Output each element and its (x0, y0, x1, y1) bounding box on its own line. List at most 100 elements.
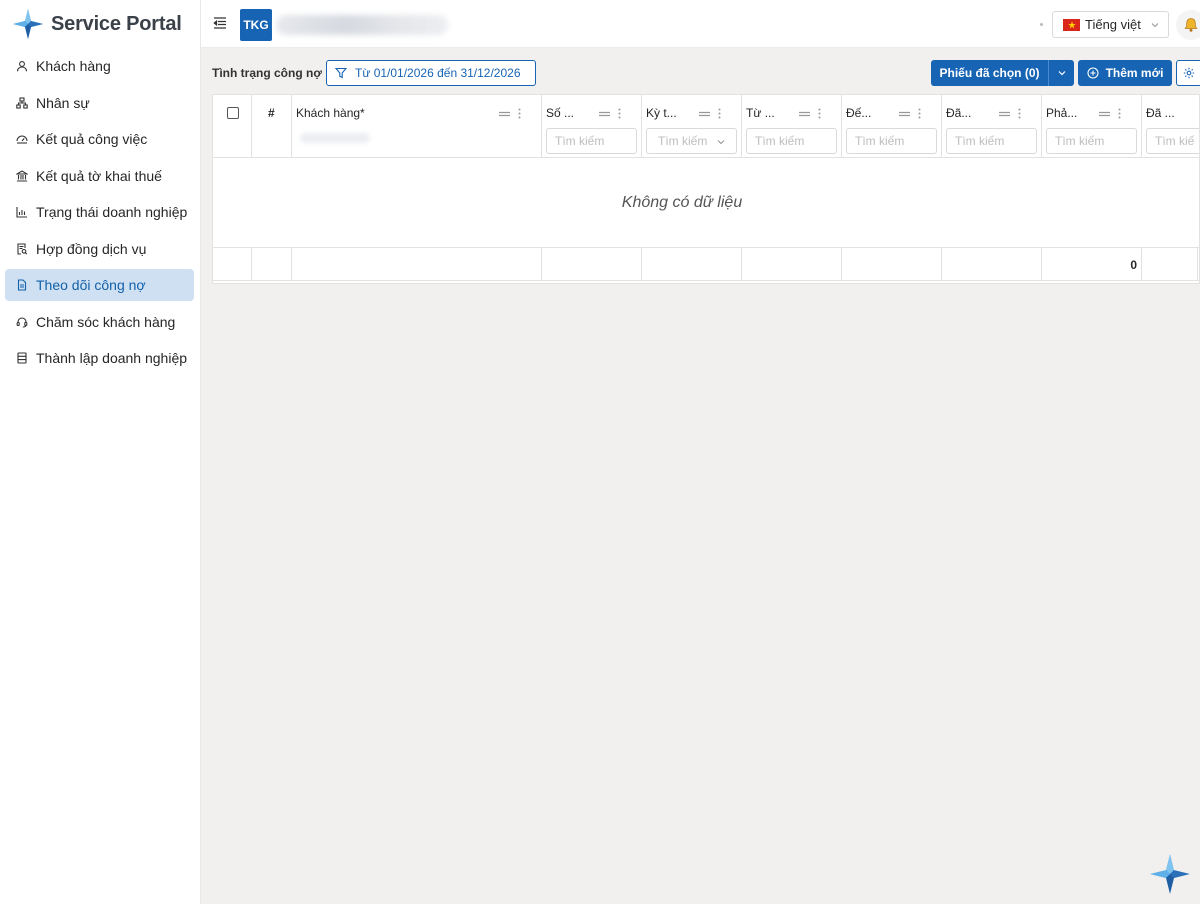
column-actions (699, 108, 721, 119)
column-title: Khách hàng* (296, 106, 365, 120)
sidebar-item-thanh-lap-doanh-nghiep[interactable]: Thành lập doanh nghiệp (5, 342, 194, 374)
sidebar-item-trang-thai-doanh-nghiep[interactable]: Trạng thái doanh nghiệp (5, 196, 194, 228)
sidebar-item-label: Theo dõi công nợ (36, 277, 146, 293)
drag-handle-icon[interactable] (699, 110, 710, 118)
debt-status-label: Tình trạng công nợ (212, 66, 322, 80)
gear-icon (1183, 67, 1195, 79)
drag-handle-icon[interactable] (799, 110, 810, 118)
sidebar-item-theo-doi-cong-no[interactable]: Theo dõi công nợ (5, 269, 194, 301)
column-actions (899, 108, 921, 119)
search-input[interactable]: Tìm kiếm (846, 128, 937, 154)
column-title: Đã... (946, 106, 972, 120)
more-vertical-icon[interactable] (718, 108, 721, 119)
search-input[interactable]: Tìm kiếm (946, 128, 1037, 154)
drag-handle-icon[interactable] (1099, 110, 1110, 118)
more-vertical-icon[interactable] (1018, 108, 1021, 119)
vietnam-flag-icon (1063, 18, 1080, 31)
drag-handle-icon[interactable] (599, 110, 610, 118)
org-chart-icon (16, 96, 28, 109)
select-all-checkbox[interactable] (227, 107, 239, 119)
sidebar-nav: Khách hàng Nhân sự Kết quả công việc Kết… (0, 48, 200, 374)
column-header-tu[interactable]: Từ ... Tìm kiếm (742, 95, 842, 158)
customer-filter-redacted (300, 133, 370, 143)
sidebar: Service Portal Khách hàng Nhân sự Kết qu… (0, 0, 201, 904)
column-header-so[interactable]: Số ... Tìm kiếm (542, 95, 642, 158)
search-input[interactable]: Tìm kiế (1146, 128, 1199, 154)
date-filter-button[interactable]: Từ 01/01/2026 đến 31/12/2026 (326, 60, 536, 86)
customer-service-icon (16, 316, 28, 328)
menu-fold-icon[interactable] (212, 15, 228, 31)
column-title: Đế... (846, 106, 872, 120)
sidebar-item-nhan-su[interactable]: Nhân sự (5, 87, 194, 119)
drag-handle-icon[interactable] (899, 110, 910, 118)
sidebar-item-label: Kết quả công việc (36, 131, 148, 147)
notification-button[interactable] (1176, 10, 1200, 40)
selected-vouchers-button[interactable]: Phiếu đã chọn (0) (931, 60, 1048, 86)
period-select-placeholder: Tìm kiếm (658, 134, 708, 148)
chevron-down-icon (717, 140, 725, 145)
drag-handle-icon[interactable] (999, 110, 1010, 118)
org-name-redacted (276, 15, 448, 35)
add-new-button[interactable]: Thêm mới (1078, 60, 1172, 86)
app-logo[interactable]: Service Portal (0, 0, 200, 48)
more-vertical-icon[interactable] (618, 108, 621, 119)
column-actions (599, 108, 621, 119)
more-vertical-icon[interactable] (818, 108, 821, 119)
bank-icon (16, 169, 28, 182)
app-title: Service Portal (51, 12, 182, 35)
footer-cell (542, 248, 642, 281)
floating-logo-icon[interactable] (1149, 853, 1191, 895)
sidebar-item-ket-qua-to-khai-thue[interactable]: Kết quả tờ khai thuế (5, 160, 194, 192)
chevron-down-icon (1151, 23, 1159, 28)
period-select[interactable]: Tìm kiếm (646, 128, 737, 154)
column-actions (1099, 108, 1121, 119)
sidebar-item-label: Trạng thái doanh nghiệp (36, 204, 188, 220)
selected-vouchers-dropdown[interactable] (1048, 60, 1074, 86)
footer-total-cell: 0 (1042, 248, 1142, 281)
footer-cell (1142, 248, 1198, 281)
more-vertical-icon[interactable] (518, 108, 521, 119)
sidebar-item-hop-dong-dich-vu[interactable]: Hợp đồng dịch vụ (5, 233, 194, 265)
service-portal-logo-icon (13, 9, 43, 39)
chevron-down-icon (1058, 71, 1065, 76)
language-select[interactable]: Tiếng việt (1052, 11, 1169, 38)
column-actions (799, 108, 821, 119)
sidebar-item-khach-hang[interactable]: Khách hàng (5, 50, 194, 82)
dashboard-icon (16, 133, 28, 145)
more-vertical-icon[interactable] (1118, 108, 1121, 119)
footer-cell (642, 248, 742, 281)
plus-circle-icon (1087, 67, 1099, 79)
sidebar-item-label: Kết quả tờ khai thuế (36, 167, 162, 184)
footer-total-value: 0 (1130, 258, 1137, 272)
drag-handle-icon[interactable] (499, 110, 510, 118)
column-header-da-1[interactable]: Đã... Tìm kiếm (942, 95, 1042, 158)
more-vertical-icon[interactable] (918, 108, 921, 119)
date-filter-label: Từ 01/01/2026 đến 31/12/2026 (355, 66, 521, 80)
column-header-den[interactable]: Đế... Tìm kiếm (842, 95, 942, 158)
sidebar-item-label: Thành lập doanh nghiệp (36, 350, 188, 366)
column-title: Số ... (546, 106, 575, 120)
sidebar-item-label: Chăm sóc khách hàng (36, 313, 176, 330)
sidebar-item-label: Nhân sự (36, 94, 90, 111)
org-avatar[interactable]: TKG (240, 9, 272, 41)
column-header-ky[interactable]: Kỳ t... Tìm kiếm (642, 95, 742, 158)
footer-cell (842, 248, 942, 281)
empty-state: Không có dữ liệu (213, 159, 1199, 248)
bar-chart-icon (16, 206, 28, 218)
column-header-khach-hang[interactable]: Khách hàng* (292, 95, 542, 158)
sidebar-item-label: Khách hàng (36, 58, 111, 74)
column-header-phai[interactable]: Phả... Tìm kiếm (1042, 95, 1142, 158)
footer-cell (742, 248, 842, 281)
add-new-label: Thêm mới (1105, 66, 1164, 80)
search-input[interactable]: Tìm kiếm (546, 128, 637, 154)
search-input[interactable]: Tìm kiếm (1046, 128, 1137, 154)
footer-cell (292, 248, 542, 281)
column-header-da-2[interactable]: Đã ... Tìm kiế (1142, 95, 1199, 158)
bell-icon (1184, 18, 1198, 32)
sidebar-item-cham-soc-khach-hang[interactable]: Chăm sóc khách hàng (5, 306, 194, 338)
search-input[interactable]: Tìm kiếm (746, 128, 837, 154)
sidebar-item-ket-qua-cong-viec[interactable]: Kết quả công việc (5, 123, 194, 155)
select-all-cell (213, 95, 252, 158)
column-title: Kỳ t... (646, 106, 677, 120)
settings-button[interactable] (1176, 60, 1200, 86)
